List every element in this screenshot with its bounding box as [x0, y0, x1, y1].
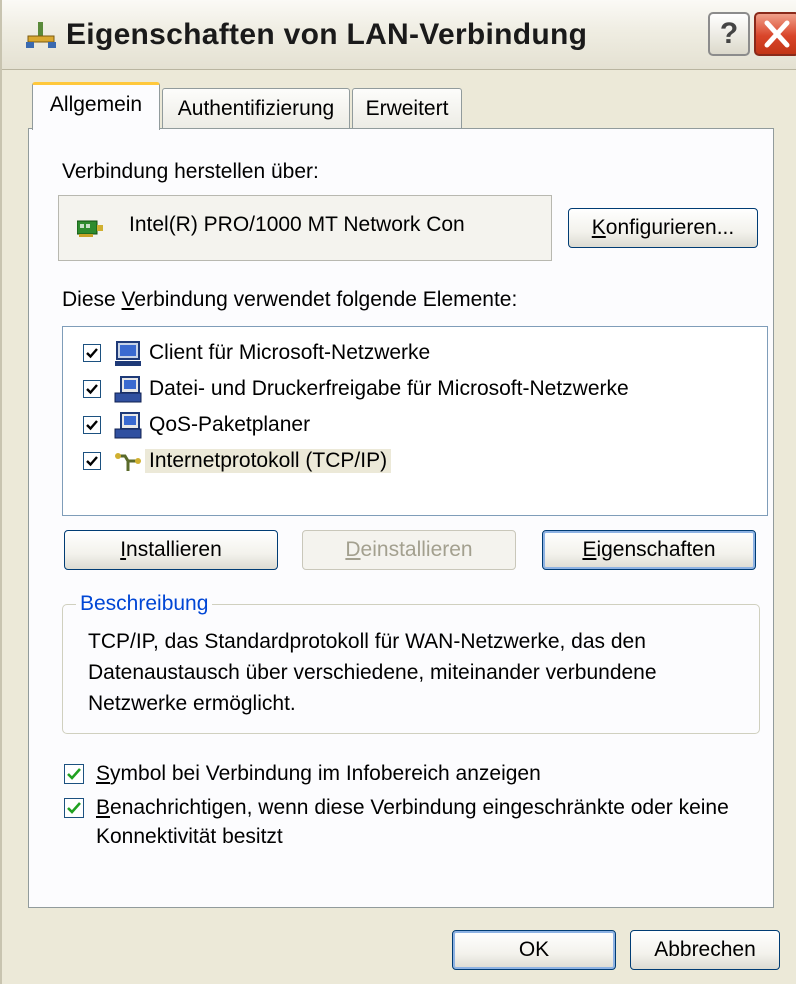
checkmark-icon — [86, 456, 98, 467]
show-icon-checkbox[interactable] — [64, 764, 84, 784]
show-icon-label[interactable]: Symbol bei Verbindung im Infobereich anz… — [96, 759, 541, 788]
component-label: QoS-Paketplaner — [149, 413, 311, 436]
component-checkbox[interactable] — [83, 416, 101, 434]
install-button[interactable]: Installieren — [64, 530, 278, 570]
connect-using-label: Verbindung herstellen über: — [62, 160, 319, 183]
tab-label: Allgemein — [49, 93, 143, 116]
help-icon: ? — [719, 17, 739, 50]
adapter-name: Intel(R) PRO/1000 MT Network Con — [129, 213, 465, 236]
accelerator-key: D — [345, 538, 361, 561]
option-text: ymbol bei Verbindung im Infobereich anze… — [110, 762, 541, 785]
protocol-icon — [115, 453, 141, 471]
checkmark-icon — [67, 802, 81, 814]
notify-checkbox[interactable] — [64, 798, 84, 818]
file-printer-sharing-icon — [114, 376, 142, 403]
component-checkbox[interactable] — [83, 344, 101, 362]
network-connection-icon — [26, 22, 56, 48]
tab-erweitert[interactable]: Erweitert — [352, 88, 462, 130]
description-text: TCP/IP, das Standardprotokoll für WAN-Ne… — [88, 630, 657, 715]
window-title: Eigenschaften von LAN-Verbindung — [66, 18, 588, 51]
component-checkbox[interactable] — [83, 380, 101, 398]
label-text: erbindung verwendet folgende Elemente: — [134, 288, 518, 311]
client-network-icon — [115, 341, 141, 366]
label-text: Diese — [62, 288, 122, 311]
checkmark-icon — [86, 420, 98, 431]
button-label: einstallieren — [360, 538, 473, 561]
help-button[interactable]: ? — [708, 12, 750, 56]
components-label: Diese Verbindung verwendet folgende Elem… — [62, 288, 517, 312]
button-label: OK — [518, 938, 550, 961]
qos-scheduler-icon — [114, 412, 142, 439]
network-adapter-icon — [77, 220, 103, 237]
button-label: igenschaften — [596, 538, 716, 561]
accelerator-key: K — [591, 216, 606, 239]
accelerator-key: E — [582, 538, 597, 561]
component-label: Internetprotokoll (TCP/IP) — [145, 449, 392, 473]
ok-button[interactable]: OK — [452, 930, 616, 970]
component-label: Datei- und Druckerfreigabe für Microsoft… — [149, 377, 629, 400]
close-button[interactable] — [754, 12, 796, 56]
accelerator-key: V — [121, 288, 135, 311]
close-icon — [764, 20, 790, 48]
configure-button[interactable]: Konfigurieren... — [568, 208, 758, 248]
description-title: Beschreibung — [76, 592, 213, 616]
tab-authentifizierung[interactable]: Authentifizierung — [162, 88, 350, 130]
accelerator-key: B — [96, 796, 111, 819]
tab-label: Erweitert — [365, 97, 449, 120]
accelerator-key: S — [96, 762, 111, 785]
button-label: Abbrechen — [654, 938, 756, 961]
components-list[interactable]: Client für Microsoft-Netzwerke Datei- un… — [62, 326, 768, 516]
properties-button[interactable]: Eigenschaften — [542, 530, 756, 570]
component-checkbox[interactable] — [83, 452, 101, 470]
option-text: enachrichtigen, wenn diese Verbindung ei… — [96, 796, 729, 848]
button-label: onfigurieren... — [605, 216, 735, 239]
checkmark-icon — [86, 348, 98, 359]
dialog-window: Eigenschaften von LAN-Verbindung ? Allge… — [0, 0, 796, 984]
title-bar[interactable]: Eigenschaften von LAN-Verbindung ? — [2, 0, 796, 70]
button-label: nstallieren — [126, 538, 222, 561]
checkmark-icon — [67, 768, 81, 780]
adapter-field: Intel(R) PRO/1000 MT Network Con — [58, 195, 552, 261]
uninstall-button[interactable]: Deinstallieren — [302, 530, 516, 570]
component-label: Client für Microsoft-Netzwerke — [149, 341, 431, 364]
tab-label: Authentifizierung — [177, 97, 335, 120]
tab-allgemein[interactable]: Allgemein — [32, 82, 160, 130]
notify-label[interactable]: Benachrichtigen, wenn diese Verbindung e… — [96, 793, 746, 851]
checkmark-icon — [86, 384, 98, 395]
cancel-button[interactable]: Abbrechen — [630, 930, 780, 970]
